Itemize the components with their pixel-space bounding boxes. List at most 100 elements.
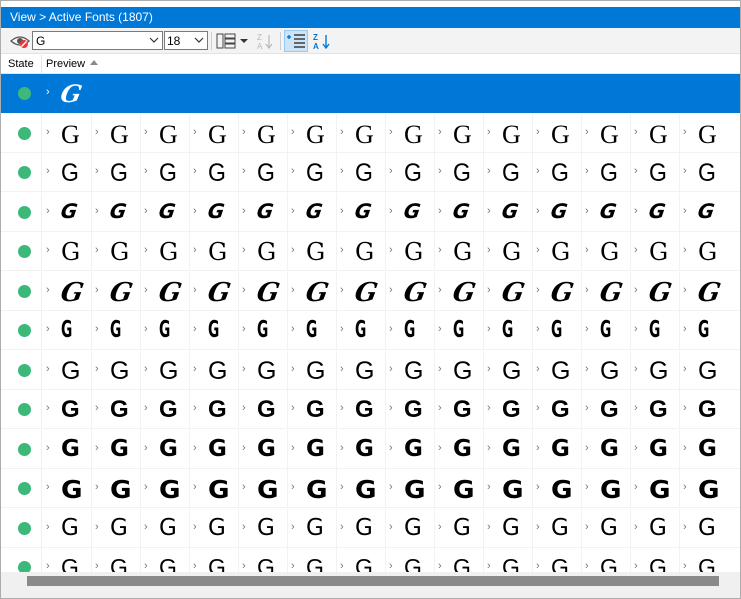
font-preview-glyph[interactable]: G bbox=[355, 477, 377, 502]
chevron-right-icon[interactable]: › bbox=[144, 560, 148, 572]
font-preview-glyph[interactable]: G bbox=[698, 121, 717, 148]
font-preview-glyph[interactable]: G bbox=[551, 121, 570, 148]
font-preview-glyph[interactable]: G bbox=[450, 278, 478, 308]
chevron-right-icon[interactable]: › bbox=[193, 560, 197, 572]
chevron-right-icon[interactable]: › bbox=[389, 284, 393, 296]
chevron-right-icon[interactable]: › bbox=[487, 363, 491, 375]
font-preview-glyph[interactable]: G bbox=[453, 240, 472, 264]
font-preview-glyph[interactable]: G bbox=[208, 516, 226, 540]
chevron-right-icon[interactable]: › bbox=[340, 521, 344, 533]
font-preview-glyph[interactable]: G bbox=[649, 516, 667, 540]
chevron-right-icon[interactable]: › bbox=[95, 521, 99, 533]
font-preview-glyph[interactable]: G bbox=[355, 556, 373, 573]
font-preview-glyph[interactable]: G bbox=[159, 358, 178, 384]
chevron-right-icon[interactable]: › bbox=[438, 363, 442, 375]
chevron-right-icon[interactable]: › bbox=[340, 205, 344, 217]
chevron-right-icon[interactable]: › bbox=[144, 481, 148, 493]
font-preview-glyph[interactable]: G bbox=[159, 398, 178, 422]
font-preview-glyph[interactable]: G bbox=[353, 199, 373, 223]
font-preview-glyph[interactable]: G bbox=[502, 121, 521, 148]
font-preview-glyph[interactable]: G bbox=[257, 358, 276, 384]
font-preview-glyph[interactable]: G bbox=[600, 477, 622, 502]
font-preview-glyph[interactable]: G bbox=[110, 477, 132, 502]
font-preview-glyph[interactable]: G bbox=[502, 477, 524, 502]
font-preview-glyph[interactable]: G bbox=[110, 240, 129, 264]
chevron-right-icon[interactable]: › bbox=[46, 442, 50, 454]
font-preview-glyph[interactable]: G bbox=[159, 319, 170, 342]
chevron-right-icon[interactable]: › bbox=[634, 560, 638, 572]
font-preview-glyph[interactable]: G bbox=[698, 516, 716, 540]
font-preview-glyph[interactable]: G bbox=[404, 161, 422, 186]
font-preview-glyph[interactable]: G bbox=[502, 358, 521, 384]
font-preview-glyph[interactable]: G bbox=[551, 358, 570, 384]
font-preview-glyph[interactable]: G bbox=[257, 556, 275, 573]
chevron-right-icon[interactable]: › bbox=[46, 481, 50, 493]
chevron-right-icon[interactable]: › bbox=[46, 521, 50, 533]
font-preview-glyph[interactable]: G bbox=[110, 121, 129, 148]
horizontal-scrollbar[interactable] bbox=[1, 572, 740, 598]
chevron-right-icon[interactable]: › bbox=[487, 323, 491, 335]
chevron-right-icon[interactable]: › bbox=[95, 481, 99, 493]
chevron-right-icon[interactable]: › bbox=[438, 205, 442, 217]
chevron-right-icon[interactable]: › bbox=[585, 481, 589, 493]
font-preview-glyph[interactable]: G bbox=[208, 477, 230, 502]
font-row[interactable]: › G › G › G › G › G › G › G › G › G › G › G › G › G › G bbox=[1, 390, 740, 429]
font-preview-glyph[interactable]: G bbox=[600, 398, 619, 422]
chevron-right-icon[interactable]: › bbox=[291, 521, 295, 533]
font-preview-glyph[interactable]: G bbox=[502, 437, 521, 461]
active-state-icon[interactable] bbox=[18, 126, 31, 140]
chevron-right-icon[interactable]: › bbox=[95, 126, 99, 138]
chevron-right-icon[interactable]: › bbox=[389, 560, 393, 572]
chevron-right-icon[interactable]: › bbox=[487, 244, 491, 256]
chevron-right-icon[interactable]: › bbox=[585, 126, 589, 138]
font-preview-glyph[interactable]: G bbox=[649, 161, 667, 186]
chevron-right-icon[interactable]: › bbox=[46, 402, 50, 414]
active-state-icon[interactable] bbox=[18, 324, 31, 337]
font-preview-glyph[interactable]: G bbox=[355, 161, 373, 186]
chevron-right-icon[interactable]: › bbox=[340, 126, 344, 138]
font-preview-glyph[interactable]: G bbox=[548, 278, 576, 308]
active-state-icon[interactable] bbox=[18, 442, 31, 456]
hide-preview-eye-icon[interactable] bbox=[9, 32, 31, 50]
chevron-right-icon[interactable]: › bbox=[389, 244, 393, 256]
font-preview-glyph[interactable]: G bbox=[597, 278, 625, 308]
chevron-right-icon[interactable]: › bbox=[536, 363, 540, 375]
chevron-right-icon[interactable]: › bbox=[291, 560, 295, 572]
font-preview-glyph[interactable]: G bbox=[61, 319, 72, 342]
chevron-right-icon[interactable]: › bbox=[95, 402, 99, 414]
chevron-right-icon[interactable]: › bbox=[683, 323, 687, 335]
font-preview-glyph[interactable]: G bbox=[600, 437, 619, 461]
font-preview-glyph[interactable]: G bbox=[499, 278, 527, 308]
chevron-right-icon[interactable]: › bbox=[144, 521, 148, 533]
font-preview-glyph[interactable]: G bbox=[208, 161, 226, 186]
font-preview-glyph[interactable]: G bbox=[698, 358, 717, 384]
font-preview-glyph[interactable]: G bbox=[502, 556, 520, 573]
chevron-right-icon[interactable]: › bbox=[389, 165, 393, 177]
chevron-right-icon[interactable]: › bbox=[389, 126, 393, 138]
horizontal-scrollbar-thumb[interactable] bbox=[27, 576, 719, 586]
chevron-right-icon[interactable]: › bbox=[683, 284, 687, 296]
list-indent-icon[interactable] bbox=[284, 30, 308, 52]
font-preview-glyph[interactable]: G bbox=[401, 278, 429, 308]
font-preview-glyph[interactable]: G bbox=[698, 398, 717, 422]
font-preview-glyph[interactable]: G bbox=[451, 199, 471, 223]
font-preview-glyph[interactable]: G bbox=[698, 161, 716, 186]
chevron-right-icon[interactable]: › bbox=[144, 442, 148, 454]
chevron-right-icon[interactable]: › bbox=[46, 323, 50, 335]
column-header-preview[interactable]: Preview bbox=[46, 55, 99, 74]
chevron-right-icon[interactable]: › bbox=[585, 323, 589, 335]
font-preview-glyph[interactable]: G bbox=[159, 437, 178, 461]
active-state-icon[interactable] bbox=[18, 166, 31, 179]
chevron-right-icon[interactable]: › bbox=[683, 560, 687, 572]
font-preview-glyph[interactable]: G bbox=[355, 398, 374, 422]
font-preview-glyph[interactable]: G bbox=[306, 240, 325, 264]
chevron-right-icon[interactable]: › bbox=[487, 205, 491, 217]
chevron-right-icon[interactable]: › bbox=[389, 442, 393, 454]
breadcrumb[interactable]: View > Active Fonts (1807) bbox=[1, 7, 740, 28]
chevron-right-icon[interactable]: › bbox=[340, 402, 344, 414]
chevron-right-icon[interactable]: › bbox=[536, 284, 540, 296]
chevron-right-icon[interactable]: › bbox=[46, 363, 50, 375]
font-preview-glyph[interactable]: G bbox=[58, 278, 86, 308]
chevron-right-icon[interactable]: › bbox=[536, 126, 540, 138]
chevron-right-icon[interactable]: › bbox=[340, 244, 344, 256]
